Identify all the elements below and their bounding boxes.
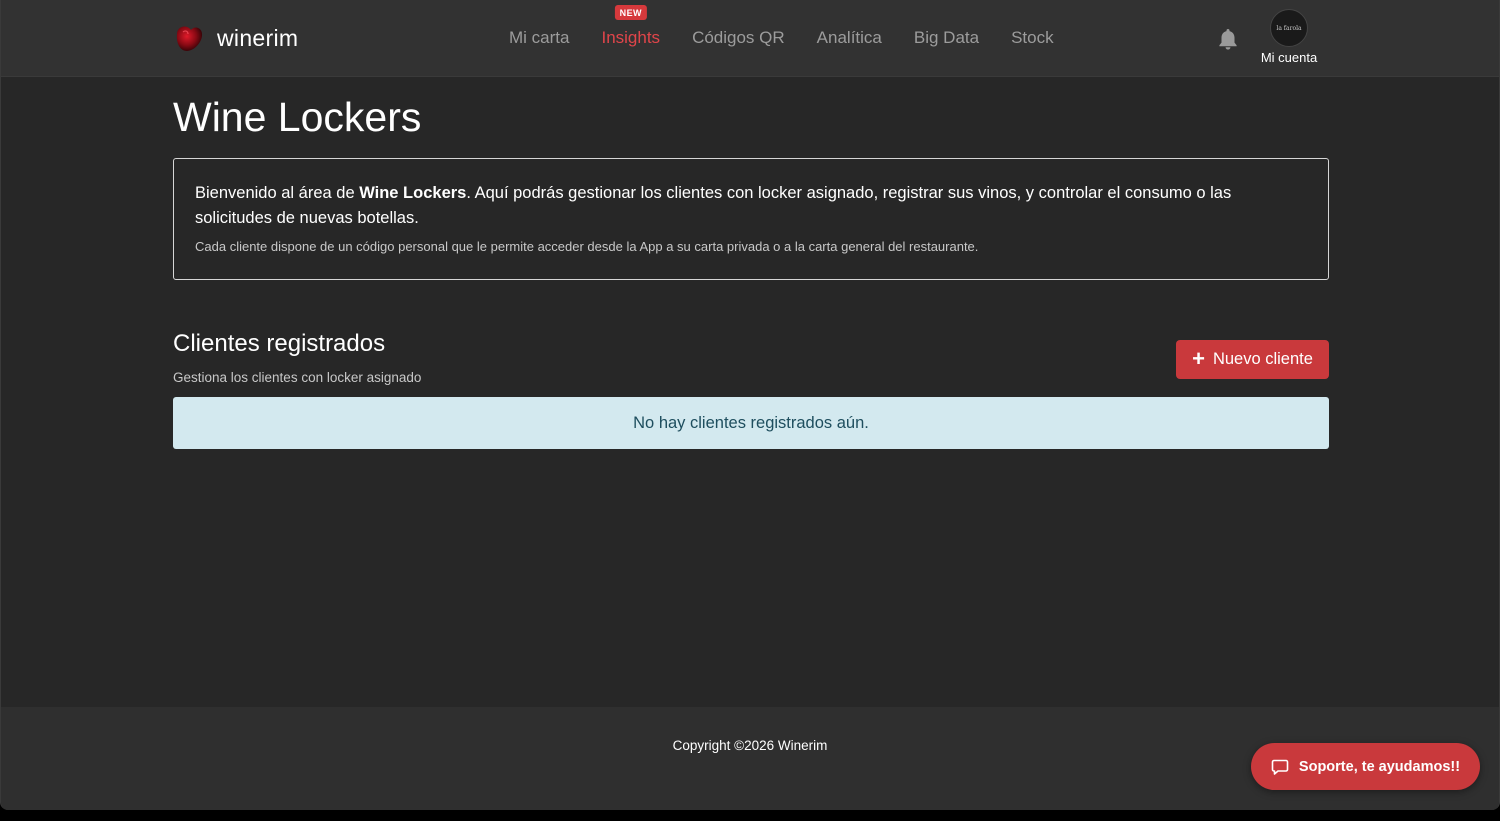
nav-label: Mi carta	[509, 28, 570, 47]
nav-analitica[interactable]: Analítica	[801, 28, 898, 48]
info-note: Cada cliente dispone de un código person…	[195, 239, 979, 254]
nav-mi-carta[interactable]: Mi carta	[493, 28, 585, 48]
nav-insights[interactable]: NEW Insights	[585, 5, 676, 48]
info-intro-bold: Wine Lockers	[359, 184, 467, 202]
app-window: winerim Mi carta NEW Insights Códigos QR…	[0, 0, 1500, 810]
support-label: Soporte, te ayudamos!!	[1298, 758, 1461, 775]
nav-label: Insights	[601, 28, 661, 47]
account-menu[interactable]: la farola Mi cuenta	[1253, 9, 1325, 65]
avatar: la farola	[1270, 9, 1308, 47]
empty-clients-alert: No hay clientes registrados aún.	[173, 397, 1329, 449]
nav-label: Big Data	[913, 28, 980, 47]
nav-codigos-qr[interactable]: Códigos QR	[676, 28, 801, 48]
nav-label: Stock	[1011, 28, 1054, 47]
new-client-button[interactable]: + Nuevo cliente	[1176, 340, 1329, 379]
page-title: Wine Lockers	[173, 94, 422, 140]
brand[interactable]: winerim	[173, 22, 298, 54]
new-client-label: Nuevo cliente	[1212, 350, 1313, 368]
nav-label: Códigos QR	[692, 28, 785, 47]
support-chat-button[interactable]: Soporte, te ayudamos!!	[1251, 743, 1480, 790]
nav-label: Analítica	[816, 28, 882, 47]
winerim-logo-icon	[176, 26, 203, 51]
notifications-bell-icon[interactable]	[1217, 27, 1239, 51]
top-navbar: winerim Mi carta NEW Insights Códigos QR…	[1, 0, 1499, 77]
new-badge: NEW	[614, 5, 647, 20]
clients-section-subtitle: Gestiona los clientes con locker asignad…	[173, 370, 422, 385]
chat-bubble-icon	[1271, 759, 1289, 775]
nav-big-data[interactable]: Big Data	[898, 28, 995, 48]
avatar-logo-text: la farola	[1276, 24, 1302, 32]
nav-stock[interactable]: Stock	[995, 28, 1070, 48]
account-label: Mi cuenta	[1260, 50, 1318, 65]
clients-section-title: Clientes registrados	[173, 330, 386, 357]
plus-icon: +	[1192, 345, 1205, 371]
brand-name: winerim	[217, 24, 299, 51]
main-nav: Mi carta NEW Insights Códigos QR Analíti…	[493, 5, 1070, 48]
info-intro: Bienvenido al área de Wine Lockers. Aquí…	[195, 181, 1307, 231]
info-intro-prefix: Bienvenido al área de	[195, 184, 360, 202]
info-box: Bienvenido al área de Wine Lockers. Aquí…	[173, 158, 1329, 280]
